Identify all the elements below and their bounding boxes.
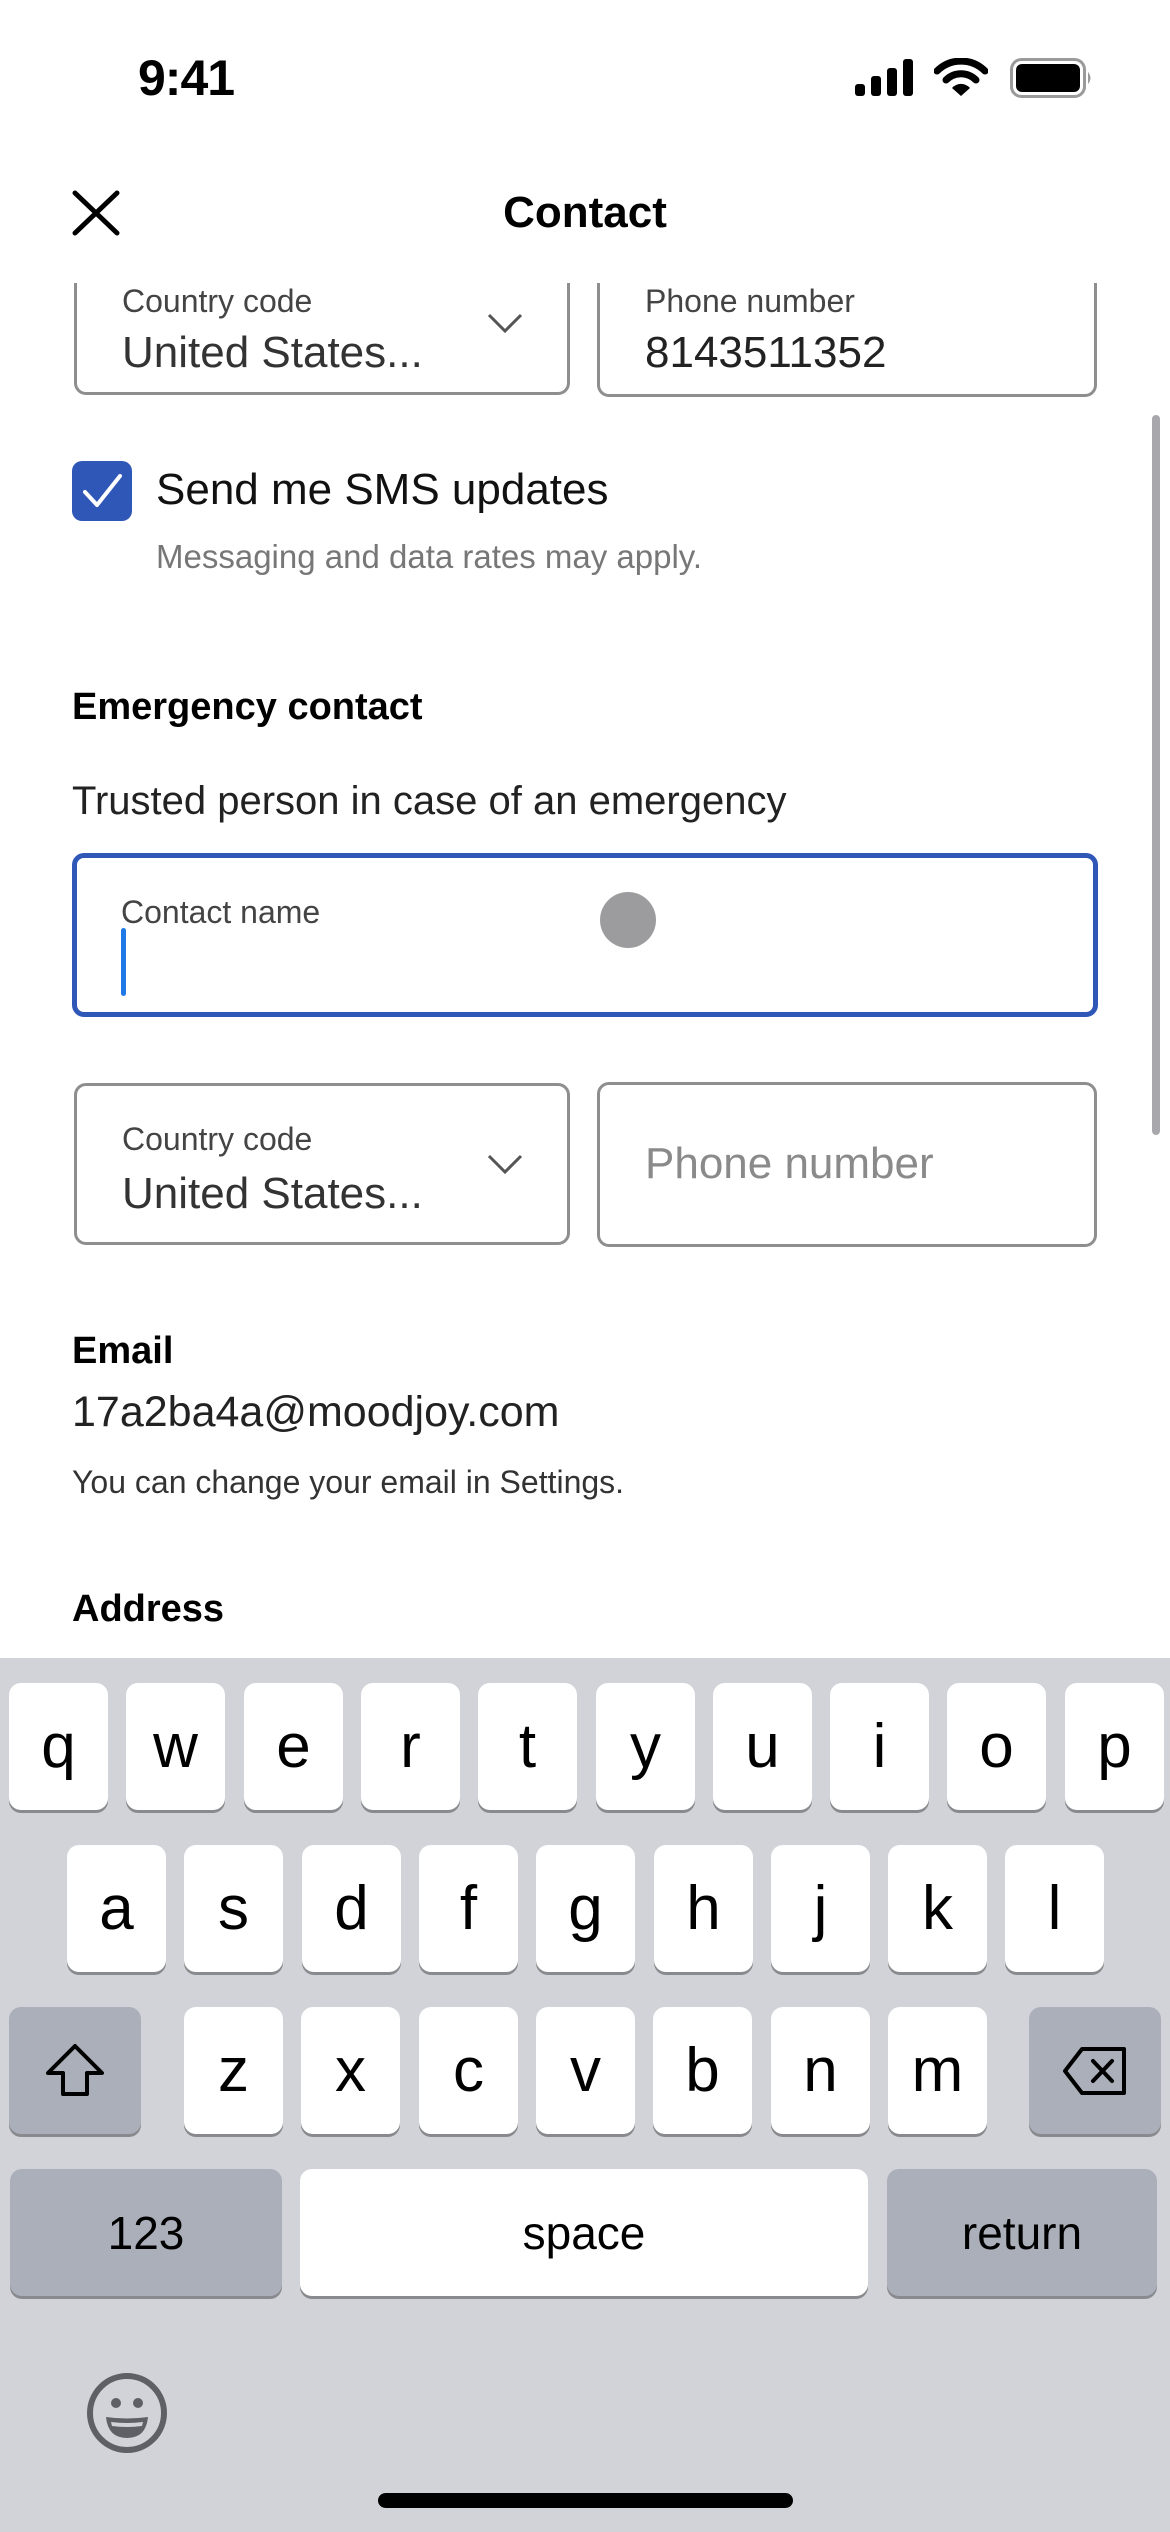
key-q[interactable]: q [9,1683,108,1810]
country-code-value: United States... [122,328,423,377]
emergency-country-code-value: United States... [122,1169,423,1218]
emergency-country-code-select[interactable]: Country code United States... [74,1083,570,1245]
key-s[interactable]: s [184,1845,283,1972]
key-u[interactable]: u [713,1683,812,1810]
sms-help-text: Messaging and data rates may apply. [156,538,703,575]
key-x[interactable]: x [301,2007,400,2134]
sms-updates-label[interactable]: Send me SMS updates [156,462,608,518]
delete-icon [1063,2046,1126,2095]
numbers-key[interactable]: 123 [10,2169,282,2296]
return-key[interactable]: return [887,2169,1157,2296]
email-value: 17a2ba4a@moodjoy.com [72,1388,560,1436]
email-heading: Email [72,1330,174,1372]
key-b[interactable]: b [653,2007,752,2134]
address-heading: Address [72,1588,225,1630]
phone-number-input[interactable]: Phone number 8143511352 [597,283,1097,397]
checkmark-icon [83,474,122,507]
key-p[interactable]: p [1065,1683,1164,1810]
emergency-country-code-label: Country code [122,1121,313,1157]
key-j[interactable]: j [771,1845,870,1972]
chevron-down-icon [487,313,523,334]
key-e[interactable]: e [244,1683,343,1810]
emergency-phone-number-input[interactable]: Phone number [597,1082,1097,1247]
delete-key[interactable] [1029,2007,1161,2134]
key-t[interactable]: t [478,1683,577,1810]
key-y[interactable]: y [596,1683,695,1810]
key-v[interactable]: v [536,2007,635,2134]
key-f[interactable]: f [419,1845,518,1972]
key-d[interactable]: d [302,1845,401,1972]
emergency-phone-number-placeholder: Phone number [645,1139,934,1188]
space-key[interactable]: space [300,2169,868,2296]
emoji-icon [87,2373,167,2453]
country-code-label: Country code [122,283,313,319]
page-title: Contact [503,188,667,237]
battery-icon [1010,58,1091,98]
email-help-text: You can change your email in Settings. [72,1464,625,1500]
key-l[interactable]: l [1005,1845,1104,1972]
emoji-button[interactable] [86,2372,168,2454]
phone-number-value: 8143511352 [645,328,887,377]
key-n[interactable]: n [771,2007,870,2134]
key-k[interactable]: k [888,1845,987,1972]
key-w[interactable]: w [126,1683,225,1810]
emergency-contact-heading: Emergency contact [72,686,423,728]
key-z[interactable]: z [184,2007,283,2134]
key-c[interactable]: c [419,2007,518,2134]
key-g[interactable]: g [536,1845,635,1972]
cellular-signal-icon [855,59,913,96]
phone-number-label: Phone number [645,283,855,319]
key-a[interactable]: a [67,1845,166,1972]
contact-name-input[interactable]: Contact name [72,853,1098,1017]
wifi-icon [934,58,988,96]
key-r[interactable]: r [361,1683,460,1810]
key-m[interactable]: m [888,2007,987,2134]
scrollbar[interactable] [1152,415,1160,1135]
key-i[interactable]: i [830,1683,929,1810]
key-o[interactable]: o [947,1683,1046,1810]
sms-updates-checkbox[interactable] [72,461,132,521]
touch-indicator [600,892,656,948]
contact-name-label: Contact name [121,894,321,930]
chevron-down-icon [487,1154,523,1175]
shift-key[interactable] [9,2007,141,2134]
emergency-contact-description: Trusted person in case of an emergency [72,779,787,823]
status-time: 9:41 [138,50,235,106]
shift-icon [46,2043,104,2096]
country-code-select[interactable]: Country code United States... [74,283,570,395]
text-caret [121,928,126,996]
key-h[interactable]: h [654,1845,753,1972]
home-indicator [378,2493,793,2508]
